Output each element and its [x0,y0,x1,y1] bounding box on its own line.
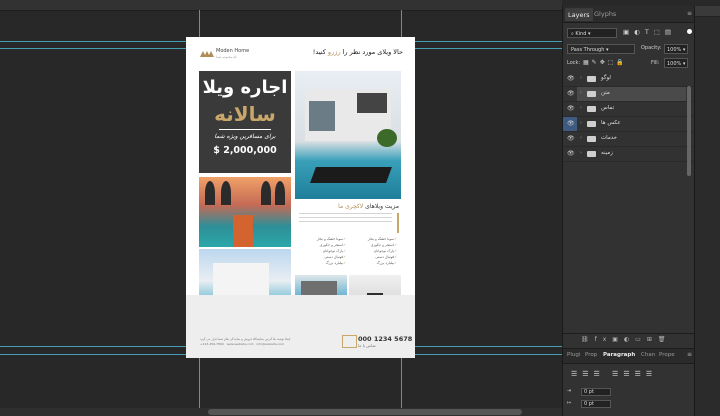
footer-band [186,295,415,358]
folder-icon [587,91,596,97]
divider [219,129,271,130]
tab-properties-short[interactable]: Prop [585,352,597,358]
tab-character[interactable]: Chan [641,352,655,358]
feature-item: بیلیارد بزرگ [350,261,397,265]
brand-logo-icon [200,51,214,57]
indent-first-line-field[interactable]: ↦ 0 pt [567,400,627,408]
chevron-right-icon[interactable]: › [580,135,582,141]
headline-primary: اجاره ویلا [202,77,288,98]
feature-item: پارک نوجوانان [350,249,397,253]
features-title: مزیت ویلاهای لاکچری ما [338,203,399,210]
headline-subtitle: برای مسافرین ویژه شما [214,133,276,140]
tab-paragraph[interactable]: Paragraph [603,352,635,358]
folder-icon [587,136,596,142]
paragraph-panel-tabs: Plugi Prop Paragraph Chan Prope ≡ [563,348,695,364]
layer-row[interactable]: 👁 › تماس [563,102,695,117]
layer-name: متن [601,90,610,96]
blend-mode-select[interactable]: Pass Through ▾ [567,44,635,54]
layer-row[interactable]: 👁 › عکس ها [563,117,695,132]
feature-item: فوتبال دستی [350,255,397,259]
canvas-area[interactable]: Moden Home نام مجموعه شما حالا ویلای مور… [0,0,562,416]
eye-icon[interactable]: 👁 [567,105,575,112]
lock-label: Lock: [567,60,581,66]
layers-panel-tabs: Layers Glyphs ≡ [563,6,695,23]
contact-info: اینجا نوشته ها آدرس نمایشگاه فروش و نمای… [200,337,291,346]
layer-name: لوگو [601,75,611,81]
folder-icon [587,76,596,82]
layers-list: 👁 › لوگو 👁 › متن 👁 › تماس 👁 › عکس ها 👁 › خدما… [563,72,695,162]
price: $ 2,000,000 [213,145,277,156]
opacity-label: Opacity: [641,45,662,51]
features-section: مزیت ویلاهای لاکچری ما سونا خشک و بخار س… [295,201,401,273]
folder-icon [587,106,596,112]
layers-panel: Layers Glyphs ≡ ⌕ Kind ▾ ▣◐T⬚▤ Pass Thro… [562,6,695,416]
indent-left-field[interactable]: ⇥ 0 pt [567,388,627,396]
eye-icon[interactable]: 👁 [567,90,575,97]
tagline: حالا ویلای مورد نظر را رزرو کنید! [312,48,403,56]
resort-photo [199,177,291,247]
chevron-right-icon[interactable]: › [580,105,582,111]
panel-menu-icon[interactable]: ≡ [687,10,692,17]
brand-name: Moden Home نام مجموعه شما [216,48,250,59]
opacity-input[interactable]: 100% ▾ [664,44,688,54]
tab-properties[interactable]: Prope [659,352,675,358]
filter-toggle-icon[interactable] [687,29,692,34]
headline-box: اجاره ویلا سالانه برای مسافرین ویژه شما … [199,71,291,173]
scrollbar-thumb[interactable] [208,409,522,415]
chevron-right-icon[interactable]: › [580,150,582,156]
options-bar [0,0,562,11]
paragraph-align-buttons[interactable]: ☰☰☰ ☰☰☰☰ [571,370,657,378]
chevron-right-icon[interactable]: › [580,90,582,96]
layer-name: تماس [601,105,615,111]
eye-icon[interactable]: 👁 [567,135,575,142]
feature-item: فوتبال دستی [299,255,346,259]
feature-item: استخر و جکوزی [350,243,397,247]
headline-secondary: سالانه [214,102,276,126]
eye-icon[interactable]: 👁 [567,150,575,157]
tab-layers[interactable]: Layers [565,8,593,21]
feature-item: سونا خشک و بخار [350,237,397,241]
layers-scrollbar[interactable] [687,86,691,176]
horizontal-scrollbar[interactable] [0,408,562,416]
features-description [295,213,399,233]
chevron-right-icon[interactable]: › [580,75,582,81]
panel-menu-icon[interactable]: ≡ [687,351,692,358]
fill-label: Fill: [651,60,660,66]
eye-icon[interactable]: 👁 [567,75,575,82]
layer-row[interactable]: 👁 › متن [563,87,695,102]
folder-icon [587,151,596,157]
document-page[interactable]: Moden Home نام مجموعه شما حالا ویلای مور… [186,37,415,358]
layer-row[interactable]: 👁 › زمینه [563,147,695,162]
fill-input[interactable]: 100% ▾ [664,58,688,68]
right-toolbar [694,6,720,416]
feature-item: بیلیارد بزرگ [299,261,346,265]
layers-panel-actions[interactable]: ⛓fx▣◐▭⊞🗑 [563,333,695,345]
villa-photo-main [295,71,401,199]
layer-name: خدمات [601,135,618,141]
layer-name: عکس ها [601,120,621,126]
eye-icon[interactable]: 👁 [567,120,575,127]
feature-item: سونا خشک و بخار [299,237,346,241]
layer-name: زمینه [601,150,613,156]
phone-number: 000 1234 5678 [358,335,413,343]
kind-filter-select[interactable]: ⌕ Kind ▾ [567,28,617,38]
layer-row[interactable]: 👁 › لوگو [563,72,695,87]
tab-plugins[interactable]: Plugi [567,352,580,358]
lock-icons[interactable]: ▦✎✥⬚🔒 [583,59,627,66]
layer-filter-icons[interactable]: ▣◐T⬚▤ [623,28,676,36]
feature-item: استخر و جکوزی [299,243,346,247]
features-list: سونا خشک و بخار سونا خشک و بخار استخر و … [295,237,401,265]
layer-row[interactable]: 👁 › خدمات [563,132,695,147]
feature-item: پارک نوجوانان [299,249,346,253]
collapse-button[interactable] [695,6,720,17]
tab-glyphs[interactable]: Glyphs [591,8,619,20]
phone-icon [342,335,357,348]
folder-icon [587,121,596,127]
chevron-right-icon[interactable]: › [580,120,582,126]
phone-subtitle: تماس با ما [358,343,376,348]
